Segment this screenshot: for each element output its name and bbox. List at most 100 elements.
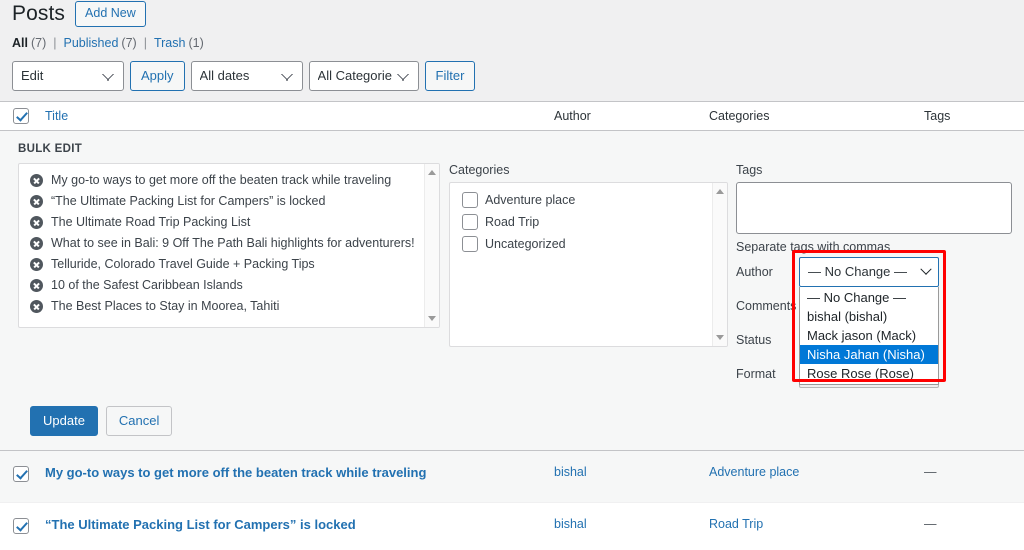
column-header-author: Author [554, 108, 591, 123]
scroll-down-arrow-icon[interactable] [716, 333, 725, 342]
post-title-link[interactable]: “The Ultimate Packing List for Campers” … [45, 517, 356, 532]
bulk-edit-categories-label: Categories [449, 162, 510, 177]
bulk-edit-actions: Update Cancel [30, 405, 1012, 436]
author-option[interactable]: bishal (bishal) [800, 307, 938, 326]
remove-title-icon[interactable] [30, 173, 43, 187]
row-title-cell: “The Ultimate Packing List for Campers” … [40, 517, 554, 532]
status-link-published-count: (7) [121, 36, 137, 50]
status-separator-2: | [143, 36, 147, 50]
page-header: Posts Add New [0, 0, 1024, 28]
bulk-edit-title-label: Telluride, Colorado Travel Guide + Packi… [51, 257, 315, 271]
row-tags-cell: — [924, 516, 937, 531]
status-link-trash[interactable]: Trash (1) [154, 37, 204, 50]
row-author-cell: bishal [554, 465, 709, 479]
category-checkbox[interactable] [462, 235, 478, 252]
row-category-cell: Road Trip [709, 517, 924, 531]
category-checkbox[interactable] [462, 213, 478, 230]
status-link-all-label[interactable]: All [12, 37, 28, 50]
bulk-action-select[interactable]: Edit [12, 60, 124, 91]
bulk-edit-title-label: My go-to ways to get more off the beaten… [51, 173, 392, 187]
scroll-up-arrow-icon[interactable] [428, 168, 437, 177]
scroll-up-arrow-icon[interactable] [716, 187, 725, 196]
bulk-edit-titles-list: My go-to ways to get more off the beaten… [19, 164, 439, 327]
scroll-down-arrow-icon[interactable] [428, 314, 437, 323]
filter-button[interactable]: Filter [424, 60, 476, 91]
author-select[interactable]: — No Change — [799, 256, 939, 287]
comments-field-label: Comments [736, 298, 797, 313]
apply-button[interactable]: Apply [130, 60, 185, 91]
bulk-edit-title-item: Telluride, Colorado Travel Guide + Packi… [19, 254, 439, 275]
status-separator-1: | [53, 36, 57, 50]
column-header-title-link[interactable]: Title [45, 109, 68, 123]
category-label: Uncategorized [485, 236, 566, 251]
bulk-edit-title-label: The Ultimate Road Trip Packing List [51, 215, 251, 229]
post-category-link[interactable]: Adventure place [709, 465, 799, 479]
date-filter-select[interactable]: All dates [190, 60, 303, 91]
author-field-row: Author — No Change — — No Change — bishal… [736, 249, 1012, 385]
categories-scrollbar[interactable] [712, 182, 727, 346]
author-option[interactable]: — No Change — [800, 288, 938, 307]
row-checkbox[interactable] [13, 465, 29, 482]
author-select-options-list[interactable]: — No Change — bishal (bishal) Mack jason (… [799, 286, 939, 385]
status-link-all[interactable]: All (7) [12, 37, 46, 50]
posts-rows: My go-to ways to get more off the beaten… [0, 450, 1024, 550]
author-field-label: Author [736, 264, 773, 279]
category-label: Road Trip [485, 214, 540, 229]
status-link-published[interactable]: Published (7) [64, 37, 137, 50]
cancel-button[interactable]: Cancel [105, 405, 173, 436]
table-row: “The Ultimate Packing List for Campers” … [0, 503, 1024, 550]
post-category-link[interactable]: Road Trip [709, 517, 763, 531]
column-header-title: Title [40, 109, 554, 123]
format-field-label: Format [736, 366, 776, 381]
bulk-edit-categories-box: Adventure place Road Trip Uncategorized [449, 181, 728, 347]
status-link-all-count: (7) [30, 36, 47, 50]
post-status-links: All (7) | Published (7) | Trash (1) [12, 37, 1024, 50]
bulk-edit-titles-column: My go-to ways to get more off the beaten… [12, 162, 440, 328]
posts-table: Title Author Categories Tags BULK EDIT M… [0, 100, 1024, 550]
table-header-row: Title Author Categories Tags [0, 101, 1024, 131]
row-title-cell: My go-to ways to get more off the beaten… [40, 465, 554, 480]
post-author-link[interactable]: bishal [554, 465, 587, 479]
status-link-published-label[interactable]: Published [64, 37, 119, 50]
bulk-edit-legend: BULK EDIT [18, 142, 83, 155]
bulk-edit-titles-box: My go-to ways to get more off the beaten… [18, 162, 440, 328]
bulk-edit-title-label: 10 of the Safest Caribbean Islands [51, 278, 243, 292]
add-new-button[interactable]: Add New [75, 1, 146, 27]
page-title: Posts [12, 2, 66, 26]
remove-title-icon[interactable] [30, 194, 43, 208]
status-field-label: Status [736, 332, 772, 347]
select-all-checkbox[interactable] [13, 107, 29, 124]
bulk-edit-tags-label: Tags [736, 162, 763, 177]
post-author-link[interactable]: bishal [554, 517, 587, 531]
status-link-trash-label[interactable]: Trash [154, 37, 186, 50]
category-checkbox[interactable] [462, 191, 478, 208]
bulk-edit-title-label: “The Ultimate Packing List for Campers” … [51, 194, 326, 208]
bulk-edit-categories-list: Adventure place Road Trip Uncategorized [450, 183, 727, 346]
remove-title-icon[interactable] [30, 299, 43, 313]
bulk-edit-title-item: The Best Places to Stay in Moorea, Tahit… [19, 296, 439, 317]
remove-title-icon[interactable] [30, 215, 43, 229]
row-category-cell: Adventure place [709, 465, 924, 479]
table-navigation-toolbar: Edit Apply All dates All Categories Filt… [12, 60, 1024, 91]
row-checkbox[interactable] [13, 517, 29, 534]
bulk-edit-category-item: Uncategorized [450, 233, 727, 255]
author-option[interactable]: Rose Rose (Rose) [800, 364, 938, 383]
remove-title-icon[interactable] [30, 236, 43, 250]
remove-title-icon[interactable] [30, 257, 43, 271]
category-filter-select[interactable]: All Categories [308, 60, 419, 91]
bulk-edit-title-label: What to see in Bali: 9 Off The Path Bali… [51, 236, 415, 250]
chevron-down-icon [920, 263, 932, 275]
bulk-edit-categories-column: Categories Adventure place Road Trip Uncat… [440, 163, 728, 347]
author-option[interactable]: Mack jason (Mack) [800, 326, 938, 345]
status-link-trash-count: (1) [188, 36, 204, 50]
update-button[interactable]: Update [30, 405, 98, 436]
titles-scrollbar[interactable] [424, 163, 439, 327]
category-label: Adventure place [485, 192, 576, 207]
bulk-edit-title-item: 10 of the Safest Caribbean Islands [19, 275, 439, 296]
remove-title-icon[interactable] [30, 278, 43, 292]
tags-input[interactable] [736, 181, 1012, 234]
bulk-edit-title-item: “The Ultimate Packing List for Campers” … [19, 191, 439, 212]
author-option-selected[interactable]: Nisha Jahan (Nisha) [800, 344, 938, 364]
bulk-edit-title-item: What to see in Bali: 9 Off The Path Bali… [19, 233, 439, 254]
post-title-link[interactable]: My go-to ways to get more off the beaten… [45, 465, 426, 480]
